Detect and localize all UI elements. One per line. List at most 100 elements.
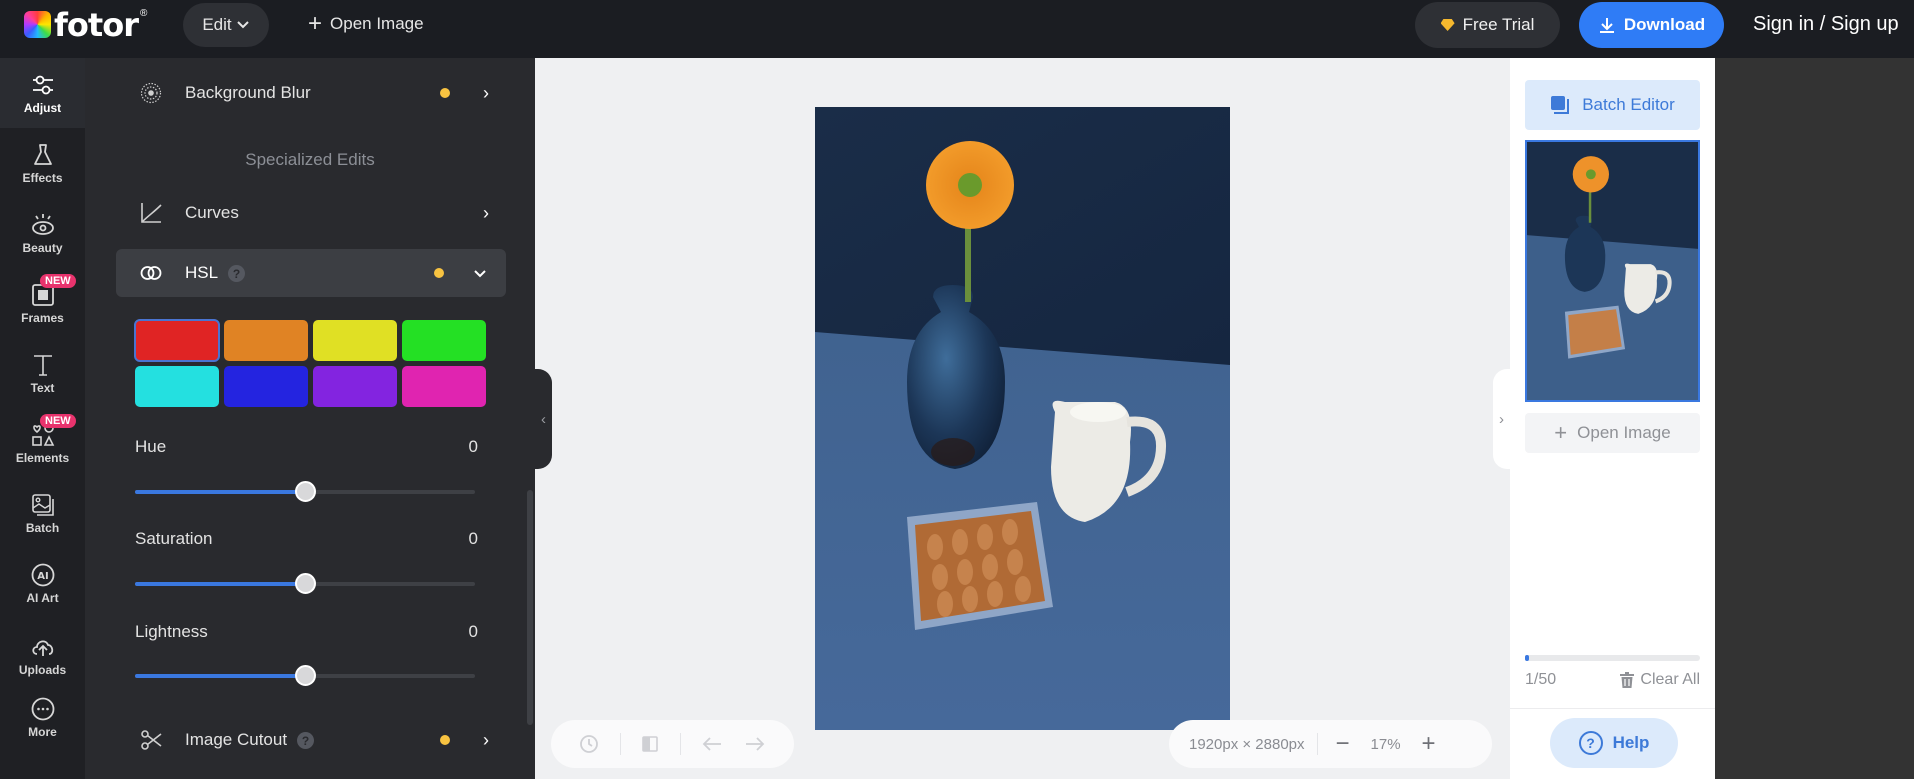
logo-icon — [24, 11, 51, 38]
open-image-label: Open Image — [330, 14, 424, 33]
sign-in-link[interactable]: Sign in / Sign up — [1753, 10, 1899, 38]
svg-text:AI: AI — [37, 571, 48, 582]
open-image-side-button[interactable]: + Open Image — [1525, 413, 1700, 453]
hsl-label: HSL — [185, 263, 219, 282]
slider-thumb[interactable] — [295, 573, 316, 594]
free-trial-label: Free Trial — [1462, 15, 1535, 34]
download-label: Download — [1623, 15, 1706, 34]
slider-fill — [135, 674, 305, 678]
hsl-color-swatches — [134, 319, 487, 407]
swatch-green[interactable] — [402, 320, 486, 361]
download-button[interactable]: Download — [1579, 2, 1724, 48]
zoom-in-button[interactable]: + — [1416, 730, 1442, 758]
image-thumbnail[interactable] — [1525, 140, 1700, 402]
sidebar-label: Elements — [15, 450, 70, 465]
trash-icon — [1620, 672, 1635, 688]
image-cutout-label: Image Cutout — [185, 730, 288, 749]
curves-icon — [139, 201, 163, 225]
sidebar-label: More — [28, 724, 57, 739]
swatch-yellow[interactable] — [313, 320, 397, 361]
history-toolbar — [551, 720, 794, 768]
new-badge: NEW — [40, 274, 76, 288]
slider-thumb[interactable] — [295, 481, 316, 502]
swatch-purple[interactable] — [313, 366, 397, 407]
registered-mark: ® — [139, 8, 148, 19]
open-image-button[interactable]: + Open Image — [308, 10, 424, 38]
sidebar-label: Uploads — [18, 662, 67, 677]
thumbnail-image — [1527, 142, 1698, 400]
swatch-cyan[interactable] — [135, 366, 219, 407]
collapse-right-panel-button[interactable]: › — [1493, 369, 1510, 469]
batch-progress-bar — [1525, 655, 1700, 661]
sidebar-item-uploads[interactable]: Uploads — [0, 620, 85, 690]
sidebar-item-text[interactable]: Text — [0, 338, 85, 408]
sidebar-item-beauty[interactable]: Beauty — [0, 198, 85, 268]
undo-icon[interactable] — [701, 735, 723, 753]
new-badge: NEW — [40, 414, 76, 428]
top-bar: fotor ® Edit + Open Image Free Trial Dow… — [0, 0, 1914, 58]
lightness-label: Lightness — [135, 622, 208, 641]
premium-dot — [440, 88, 450, 98]
sidebar-item-effects[interactable]: Effects — [0, 128, 85, 198]
redo-icon[interactable] — [744, 735, 766, 753]
help-icon[interactable]: ? — [228, 265, 246, 283]
sidebar-item-frames[interactable]: NEW Frames — [0, 268, 85, 338]
sidebar-item-adjust[interactable]: Adjust — [0, 58, 85, 128]
batch-editor-label: Batch Editor — [1582, 95, 1675, 114]
free-trial-button[interactable]: Free Trial — [1415, 2, 1560, 48]
slider-fill — [135, 582, 305, 586]
clear-all-label: Clear All — [1640, 671, 1700, 688]
text-icon — [33, 354, 52, 376]
hue-slider[interactable] — [135, 481, 475, 502]
blur-icon — [139, 81, 163, 105]
premium-dot — [440, 735, 450, 745]
edit-menu-button[interactable]: Edit — [183, 3, 269, 47]
help-button[interactable]: ? Help — [1550, 718, 1678, 768]
background-blur-row[interactable]: Background Blur › — [116, 69, 514, 117]
sidebar-item-more[interactable]: More — [0, 682, 85, 752]
clear-all-button[interactable]: Clear All — [1620, 671, 1700, 689]
saturation-slider[interactable] — [135, 573, 475, 594]
lightness-value: 0 — [468, 622, 478, 641]
images-icon — [31, 493, 54, 516]
hsl-icon — [139, 261, 163, 285]
sidebar-label: Batch — [25, 520, 60, 535]
help-icon[interactable]: ? — [297, 732, 315, 750]
panel-scrollbar[interactable] — [527, 490, 533, 725]
swatch-red[interactable] — [134, 319, 220, 362]
progress-fill — [1525, 655, 1529, 661]
hue-label: Hue — [135, 437, 167, 456]
zoom-out-button[interactable]: − — [1330, 730, 1356, 758]
download-icon — [1599, 18, 1614, 33]
sidebar-item-ai-art[interactable]: AI AI Art — [0, 548, 85, 618]
history-icon[interactable] — [579, 734, 599, 754]
batch-editor-button[interactable]: Batch Editor — [1525, 80, 1700, 130]
swatch-orange[interactable] — [224, 320, 308, 361]
photo-image — [815, 107, 1230, 730]
collapse-panel-button[interactable]: ‹ — [535, 369, 552, 469]
fotor-logo[interactable]: fotor ® — [24, 6, 147, 44]
help-label: Help — [1612, 733, 1650, 752]
plus-icon: + — [308, 10, 323, 37]
slider-thumb[interactable] — [295, 665, 316, 686]
chevron-right-icon: › — [483, 82, 489, 103]
compare-icon[interactable] — [641, 735, 659, 753]
sidebar-item-batch[interactable]: Batch — [0, 478, 85, 548]
layers-icon — [1551, 96, 1570, 114]
image-cutout-row[interactable]: Image Cutout? › — [116, 716, 514, 764]
right-panel: Batch Editor + Open Image 1/50 Clear All… — [1510, 58, 1715, 779]
divider — [1510, 708, 1715, 709]
curves-row[interactable]: Curves › — [116, 189, 514, 237]
sidebar-label: Frames — [21, 310, 64, 325]
lightness-slider[interactable] — [135, 665, 475, 686]
sidebar-item-elements[interactable]: NEW Elements — [0, 408, 85, 478]
swatch-blue[interactable] — [224, 366, 308, 407]
swatch-magenta[interactable] — [402, 366, 486, 407]
sliders-icon — [32, 75, 53, 94]
photo-canvas[interactable] — [815, 107, 1230, 730]
hsl-row[interactable]: HSL? — [116, 249, 506, 297]
scissors-icon — [139, 728, 163, 752]
saturation-label: Saturation — [135, 529, 213, 548]
image-dimensions: 1920px × 2880px — [1189, 735, 1305, 753]
premium-dot — [434, 268, 444, 278]
